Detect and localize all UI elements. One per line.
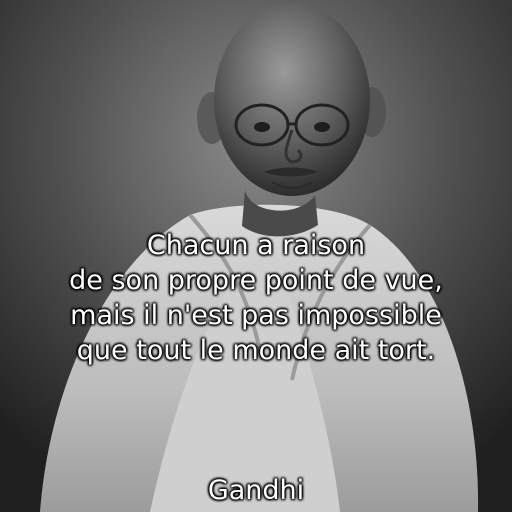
quote-card: Chacun a raison de son propre point de v… — [0, 0, 512, 512]
quote-text: Chacun a raison de son propre point de v… — [0, 228, 512, 368]
quote-line: mais il n'est pas impossible — [70, 300, 442, 331]
quote-line: de son propre point de vue, — [69, 265, 443, 296]
quote-line: Chacun a raison — [146, 230, 366, 261]
quote-line: que tout le monde ait tort. — [76, 335, 436, 366]
quote-author: Gandhi — [207, 475, 305, 506]
